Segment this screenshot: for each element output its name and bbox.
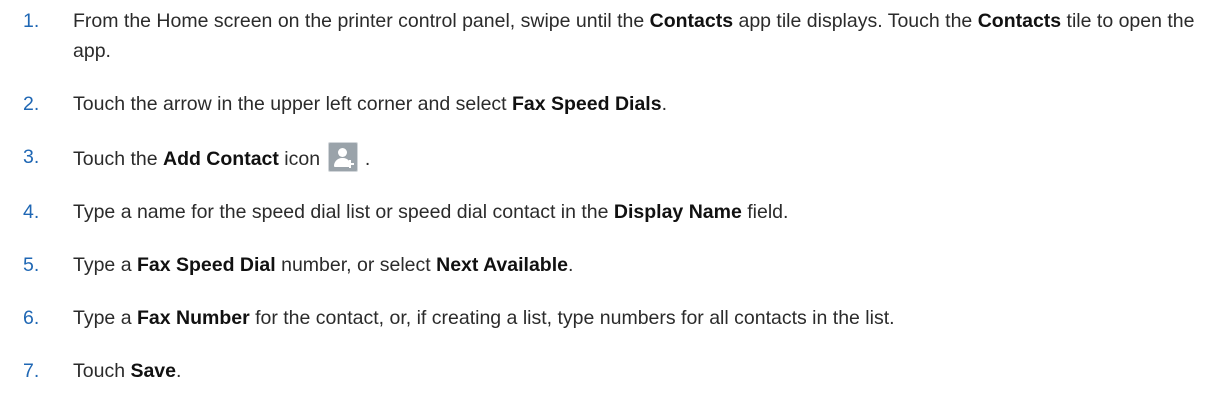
- step-text-run: Touch the: [73, 148, 163, 170]
- step-text-run: Type a name for the speed dial list or s…: [73, 201, 614, 223]
- step-number: 1.: [23, 10, 40, 32]
- step-text-run: number, or select: [275, 254, 437, 276]
- step-item: 4. Type a name for the speed dial list or…: [0, 197, 1223, 227]
- step-text-run: Touch: [73, 360, 131, 382]
- ui-term: Fax Speed Dial: [136, 254, 276, 276]
- ui-term: Contacts: [649, 10, 734, 32]
- step-item: 5. Type a Fax Speed Dial number, or selec…: [0, 250, 1223, 280]
- step-item: 6. Type a Fax Number for the contact, or,…: [0, 303, 1223, 333]
- ui-term: Fax Speed Dials: [512, 93, 662, 115]
- step-text-run: .: [567, 254, 574, 276]
- step-text: From the Home screen on the printer cont…: [73, 10, 1195, 62]
- procedure-steps: 1. From the Home screen on the printer co…: [0, 0, 1223, 386]
- step-text: Touch Save.: [73, 360, 181, 382]
- step-item: 3. Touch the Add Contact icon .: [0, 142, 1223, 174]
- step-text-run: field.: [741, 201, 789, 223]
- ui-term: Display Name: [613, 201, 742, 223]
- step-text-run: From the Home screen on the printer cont…: [73, 10, 650, 32]
- step-text-run: icon: [278, 148, 326, 170]
- step-text: Type a name for the speed dial list or s…: [73, 201, 788, 223]
- step-text: Type a Fax Speed Dial number, or select …: [73, 254, 573, 276]
- step-text-run: app tile displays. Touch the: [733, 10, 978, 32]
- step-item: 2. Touch the arrow in the upper left corn…: [0, 89, 1223, 119]
- step-number: 3.: [23, 146, 40, 168]
- step-number: 4.: [23, 201, 40, 223]
- ui-term: Save: [130, 360, 176, 382]
- step-text-run: for the contact, or, if creating a list,…: [249, 307, 895, 329]
- step-item: 7. Touch Save.: [0, 356, 1223, 386]
- add-contact-icon: [327, 142, 358, 172]
- step-text-run: .: [176, 360, 182, 382]
- step-item: 1. From the Home screen on the printer co…: [0, 6, 1223, 66]
- ui-term: Next Available: [436, 254, 568, 276]
- step-text: Touch the arrow in the upper left corner…: [73, 93, 667, 115]
- step-text-run: Type a: [73, 307, 137, 329]
- ui-term: Contacts: [977, 10, 1062, 32]
- step-number: 7.: [23, 360, 40, 382]
- step-text: Type a Fax Number for the contact, or, i…: [73, 307, 895, 329]
- step-text-run: Touch the arrow in the upper left corner…: [73, 93, 512, 115]
- step-text-run: Type a: [73, 254, 137, 276]
- step-number: 2.: [23, 93, 40, 115]
- step-text: Touch the Add Contact icon .: [73, 142, 371, 172]
- ui-term: Fax Number: [136, 307, 250, 329]
- step-text-run: .: [661, 93, 667, 115]
- step-number: 6.: [23, 307, 40, 329]
- step-text-run: .: [359, 148, 371, 170]
- step-number: 5.: [23, 254, 40, 276]
- ui-term: Add Contact: [162, 148, 279, 170]
